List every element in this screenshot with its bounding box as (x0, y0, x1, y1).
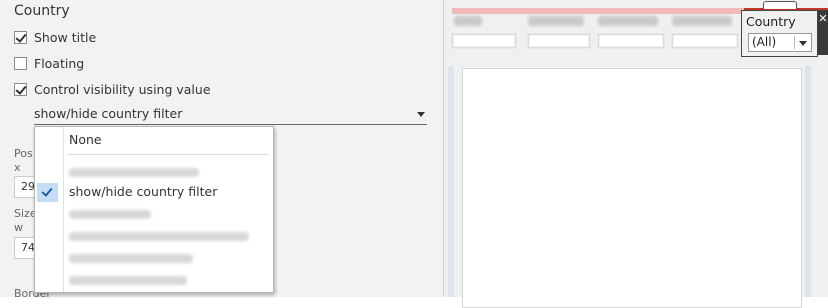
control-visibility-checkbox[interactable] (14, 82, 27, 96)
header-bar (452, 8, 747, 14)
layout-container-edge (805, 66, 811, 297)
menu-item-redacted[interactable] (35, 226, 273, 246)
checkmark-icon (37, 183, 58, 202)
redacted-filter[interactable] (528, 34, 590, 48)
menu-item-selected[interactable]: show/hide country filter (35, 182, 273, 202)
chevron-down-icon (417, 112, 425, 117)
show-title-label: Show title (34, 29, 97, 45)
redacted-filter-label (598, 16, 658, 26)
menu-item-redacted[interactable] (35, 162, 273, 182)
menu-item-label: None (69, 132, 102, 147)
menu-item-label: show/hide country filter (69, 184, 218, 199)
x-input[interactable]: 29 (14, 176, 36, 198)
redacted-text (69, 254, 193, 263)
redacted-filter-label (672, 16, 732, 26)
select-divider (794, 36, 795, 49)
country-filter-select[interactable]: (All) (748, 33, 812, 52)
menu-separator (67, 154, 269, 155)
redacted-filter[interactable] (598, 34, 664, 48)
redacted-filter[interactable] (672, 34, 738, 48)
control-visibility-label: Control visibility using value (34, 81, 211, 97)
properties-panel: Country Show title Floating Control visi… (0, 0, 443, 300)
menu-item-redacted[interactable] (35, 204, 273, 224)
section-title: Country (14, 3, 70, 19)
menu-item-redacted[interactable] (35, 270, 273, 290)
close-icon[interactable]: ✕ (818, 10, 828, 55)
layout-container-edge (448, 66, 454, 297)
country-filter-title: Country (746, 14, 796, 29)
chevron-down-icon (799, 41, 807, 46)
visibility-value-dropdown[interactable]: show/hide country filter (34, 104, 427, 125)
redacted-filter-label (528, 16, 584, 26)
floating-option[interactable]: Floating (14, 54, 84, 72)
country-filter-value: (All) (752, 35, 777, 49)
w-input[interactable]: 74 (14, 237, 36, 259)
w-label: w (14, 221, 23, 234)
floating-checkbox[interactable] (14, 56, 27, 70)
redacted-text (69, 232, 249, 241)
country-filter-card[interactable]: Country (All) (741, 10, 818, 57)
menu-item-none[interactable]: None (35, 130, 273, 150)
show-title-checkbox[interactable] (14, 30, 27, 44)
position-label: Pos (14, 147, 33, 160)
x-label: x (14, 161, 21, 174)
redacted-filter[interactable] (452, 34, 516, 48)
show-title-option[interactable]: Show title (14, 28, 96, 46)
redacted-filter-label (454, 16, 482, 26)
redacted-text (69, 168, 199, 177)
move-handle[interactable] (763, 1, 797, 9)
redacted-text (69, 210, 151, 219)
redacted-text (69, 276, 187, 285)
menu-item-redacted[interactable] (35, 248, 273, 268)
dashboard-object[interactable] (462, 68, 802, 308)
visibility-value-menu: None show/hide country filter (34, 126, 274, 293)
floating-label: Floating (34, 55, 85, 71)
visibility-value-text: show/hide country filter (34, 106, 183, 121)
control-visibility-option[interactable]: Control visibility using value (14, 80, 211, 98)
